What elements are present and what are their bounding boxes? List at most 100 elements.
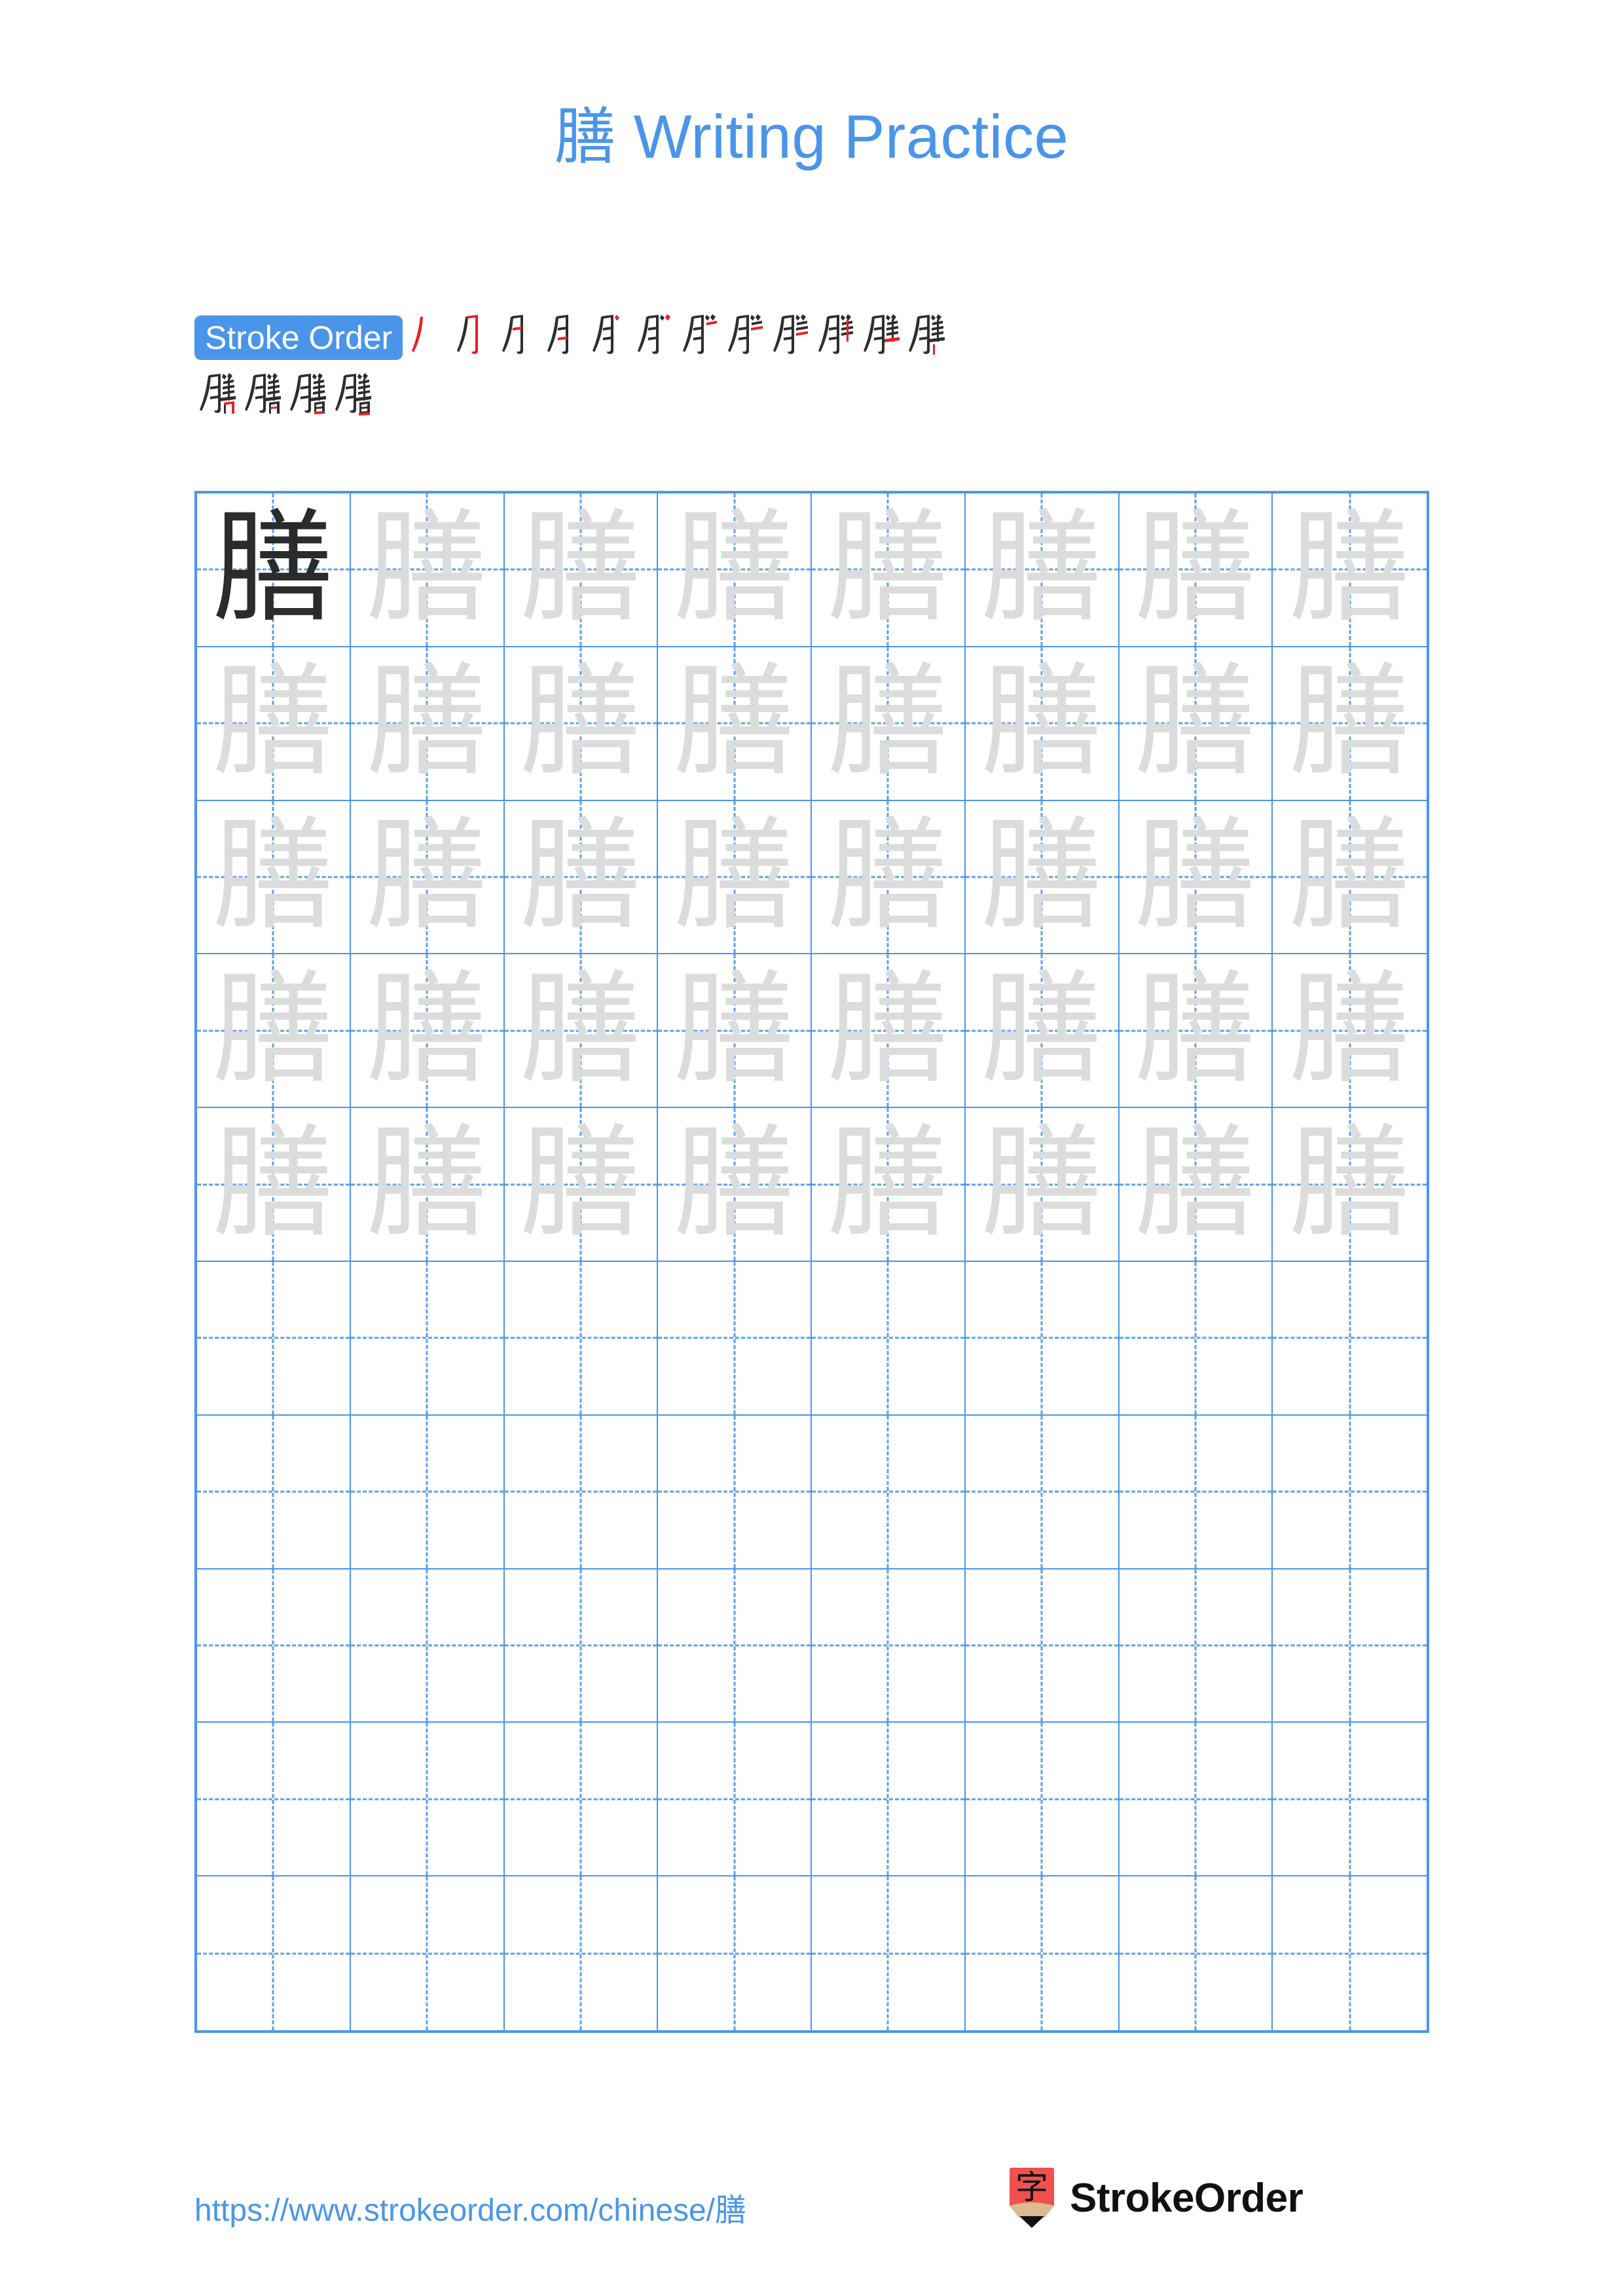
trace-character: 膳 (827, 1117, 949, 1252)
trace-character: 膳 (1288, 1117, 1411, 1252)
practice-cell[interactable]: 膳 (1119, 493, 1273, 647)
practice-cell[interactable] (1273, 1876, 1427, 2030)
practice-cell[interactable]: 膳 (965, 1108, 1120, 1262)
practice-cell[interactable] (350, 1723, 505, 1877)
practice-cell[interactable] (658, 1569, 812, 1723)
practice-cell[interactable]: 膳 (1273, 1108, 1427, 1262)
stroke-order-step (407, 308, 447, 360)
practice-cell[interactable] (1273, 1723, 1427, 1877)
practice-cell[interactable]: 膳 (197, 800, 351, 955)
brand-name-label: StrokeOrder (1070, 2175, 1304, 2221)
practice-cell[interactable] (504, 1262, 659, 1416)
trace-character: 膳 (366, 1117, 488, 1252)
stroke-order-step (858, 308, 900, 360)
practice-cell[interactable] (1273, 1262, 1427, 1416)
practice-cell[interactable]: 膳 (350, 954, 505, 1109)
practice-cell[interactable] (197, 1262, 351, 1416)
practice-cell[interactable] (504, 1569, 659, 1723)
practice-cell[interactable] (812, 1262, 966, 1416)
practice-cell[interactable]: 膳 (197, 647, 351, 801)
trace-character: 膳 (1134, 656, 1256, 791)
practice-cell[interactable] (350, 1569, 505, 1723)
practice-cell[interactable] (1273, 1570, 1427, 1723)
practice-cell[interactable]: 膳 (504, 1108, 659, 1262)
practice-cell[interactable] (504, 1415, 659, 1570)
trace-character: 膳 (366, 963, 488, 1098)
practice-cell[interactable] (965, 1262, 1120, 1416)
practice-cell[interactable]: 膳 (350, 1108, 505, 1262)
practice-cell[interactable]: 膳 (1273, 954, 1427, 1109)
practice-cell[interactable] (965, 1723, 1120, 1877)
practice-cell[interactable] (504, 1723, 659, 1877)
practice-cell[interactable] (966, 1876, 1120, 2030)
practice-cell[interactable] (351, 1876, 505, 2030)
practice-cell[interactable]: 膳 (1119, 1108, 1273, 1262)
practice-cell[interactable]: 膳 (965, 800, 1120, 955)
practice-cell[interactable]: 膳 (812, 954, 966, 1109)
trace-character: 膳 (673, 502, 795, 637)
trace-character: 膳 (1288, 809, 1411, 944)
practice-cell[interactable]: 膳 (197, 954, 351, 1109)
practice-cell[interactable] (812, 1723, 966, 1877)
practice-cell[interactable]: 膳 (658, 954, 812, 1109)
practice-cell[interactable]: 膳 (1273, 493, 1427, 647)
brand-logo[interactable]: 字 StrokeOrder (1008, 2168, 1304, 2228)
practice-cell[interactable] (812, 1876, 966, 2030)
practice-cell[interactable] (812, 1415, 966, 1570)
trace-character: 膳 (1288, 656, 1411, 791)
stroke-order-step (194, 367, 236, 419)
practice-cell[interactable] (197, 1723, 351, 1877)
practice-cell[interactable] (1119, 1262, 1273, 1416)
practice-cell[interactable] (658, 1262, 812, 1416)
stroke-order-section: Stroke Order (194, 308, 1432, 425)
practice-grid[interactable]: 膳膳膳膳膳膳膳膳膳膳膳膳膳膳膳膳膳膳膳膳膳膳膳膳膳膳膳膳膳膳膳膳膳膳膳膳膳膳膳膳 (194, 491, 1429, 2033)
practice-cell[interactable]: 膳 (504, 954, 659, 1109)
practice-cell[interactable]: 膳 (350, 800, 505, 955)
practice-cell[interactable] (1119, 1415, 1273, 1570)
practice-cell[interactable] (965, 1415, 1120, 1570)
practice-cell[interactable]: 膳 (965, 647, 1120, 801)
practice-cell[interactable] (1273, 1416, 1427, 1570)
practice-cell[interactable]: 膳 (1119, 954, 1273, 1109)
practice-cell[interactable] (658, 1415, 812, 1570)
practice-cell[interactable] (1120, 1876, 1273, 2030)
practice-cell[interactable]: 膳 (658, 647, 812, 801)
practice-cell[interactable] (350, 1415, 505, 1570)
practice-cell[interactable] (197, 1876, 351, 2030)
practice-cell[interactable]: 膳 (1273, 647, 1427, 801)
trace-character: 膳 (827, 963, 949, 1098)
practice-cell[interactable]: 膳 (658, 800, 812, 955)
practice-cell[interactable]: 膳 (965, 493, 1120, 647)
practice-cell[interactable]: 膳 (197, 1108, 351, 1262)
practice-cell[interactable] (350, 1262, 505, 1416)
trace-character: 膳 (519, 1117, 642, 1252)
practice-cell[interactable]: 膳 (350, 647, 505, 801)
practice-cell[interactable]: 膳 (812, 647, 966, 801)
practice-cell[interactable] (197, 1415, 351, 1570)
practice-cell[interactable]: 膳 (1119, 647, 1273, 801)
practice-cell[interactable]: 膳 (504, 800, 659, 955)
practice-cell[interactable] (658, 1876, 812, 2030)
practice-cell[interactable]: 膳 (658, 493, 812, 647)
practice-cell[interactable] (197, 1569, 351, 1723)
practice-cell[interactable]: 膳 (812, 493, 966, 647)
practice-cell[interactable]: 膳 (1273, 801, 1427, 955)
footer-url-link[interactable]: https://www.strokeorder.com/chinese/膳 (194, 2184, 746, 2230)
practice-cell[interactable]: 膳 (197, 493, 351, 647)
practice-cell[interactable]: 膳 (1119, 800, 1273, 955)
trace-character: 膳 (212, 809, 335, 944)
practice-cell[interactable]: 膳 (812, 800, 966, 955)
practice-cell[interactable] (965, 1569, 1120, 1723)
practice-cell[interactable]: 膳 (965, 954, 1120, 1109)
practice-cell[interactable] (1119, 1723, 1273, 1877)
practice-cell[interactable]: 膳 (504, 647, 659, 801)
practice-cell[interactable] (505, 1876, 659, 2030)
practice-cell[interactable]: 膳 (658, 1108, 812, 1262)
practice-cell[interactable] (1119, 1569, 1273, 1723)
practice-cell[interactable] (658, 1723, 812, 1877)
stroke-order-step (542, 308, 583, 360)
practice-cell[interactable]: 膳 (350, 493, 505, 647)
practice-cell[interactable]: 膳 (812, 1108, 966, 1262)
practice-cell[interactable]: 膳 (504, 493, 659, 647)
practice-cell[interactable] (812, 1569, 966, 1723)
